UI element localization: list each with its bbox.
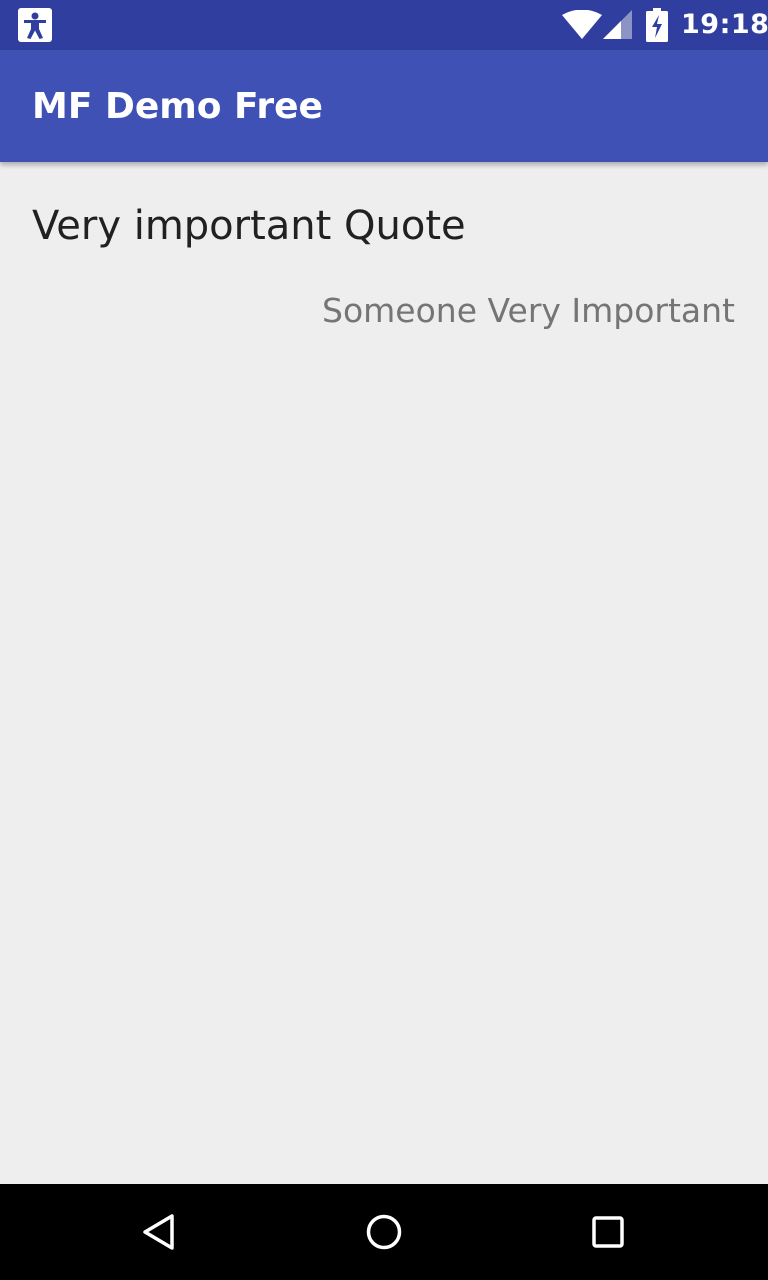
screen: 19:18 MF Demo Free Very important Quote … [0, 0, 768, 1280]
recents-button[interactable] [578, 1202, 638, 1262]
recents-icon [592, 1216, 624, 1248]
signal-icon [603, 10, 632, 39]
home-button[interactable] [354, 1202, 414, 1262]
status-bar: 19:18 [0, 0, 768, 50]
home-icon [366, 1214, 402, 1250]
app-bar: MF Demo Free [0, 50, 768, 162]
wifi-icon [562, 10, 602, 39]
battery-charging-icon [646, 8, 668, 42]
back-button[interactable] [130, 1202, 190, 1262]
accessibility-icon [18, 8, 52, 42]
status-clock: 19:18 [681, 9, 768, 40]
quote-author: Someone Very Important [322, 291, 735, 330]
app-title: MF Demo Free [32, 86, 323, 127]
navigation-bar [0, 1184, 768, 1280]
back-icon [143, 1214, 174, 1250]
quote-text: Very important Quote [32, 203, 466, 249]
main-content: Very important Quote Someone Very Import… [0, 162, 768, 1184]
